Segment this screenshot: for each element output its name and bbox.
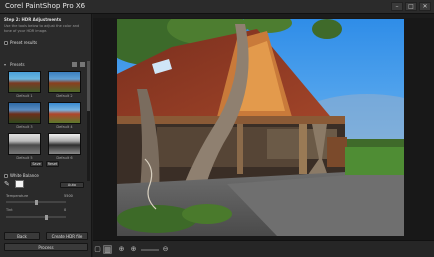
save-preset-icon[interactable] <box>72 62 77 67</box>
temperature-value[interactable]: 5500 <box>64 194 73 198</box>
single-view-icon[interactable]: ▢ <box>93 245 102 254</box>
eyedropper-icon[interactable]: ✎ <box>4 180 12 188</box>
title-bar: Corel PaintShop Pro X6 – □ ✕ <box>0 0 434 14</box>
presets-scrollbar[interactable] <box>87 61 90 181</box>
window-controls: – □ ✕ <box>391 2 431 11</box>
presets-label: Presets <box>10 62 25 67</box>
auto-button[interactable]: Auto <box>60 182 84 188</box>
tint-slider[interactable] <box>6 215 66 220</box>
preset-label: Default 3 <box>16 125 33 129</box>
bottom-toolbar: ▢ ▥ ⊕ ⊕ ⊖ <box>93 240 434 257</box>
minimize-button[interactable]: – <box>391 2 403 11</box>
hdr-adjustment-panel: Step 2: HDR Adjustments Use the tools be… <box>0 14 92 257</box>
white-balance-label: White Balance <box>10 173 39 178</box>
preset-thumb-default-5[interactable] <box>8 133 41 155</box>
back-button[interactable]: Back <box>4 232 40 240</box>
preset-thumb-default-3[interactable] <box>8 102 41 124</box>
preset-label: Default 1 <box>16 94 33 98</box>
scrollbar-thumb[interactable] <box>87 61 90 111</box>
temperature-slider[interactable] <box>6 200 66 205</box>
preset-label: Default 6 <box>56 156 73 160</box>
temperature-label: Temperature <box>6 194 29 198</box>
preset-thumb-default-4[interactable] <box>48 102 81 124</box>
white-balance-toggle[interactable]: White Balance <box>4 173 39 178</box>
white-balance-swatch[interactable] <box>15 180 24 188</box>
preset-label: Default 4 <box>56 125 73 129</box>
preset-label: Default 5 <box>16 156 33 160</box>
reset-button[interactable]: Reset <box>46 161 59 167</box>
tint-value[interactable]: 0 <box>64 208 66 212</box>
instructions-text: Use the tools below to adjust the color … <box>4 24 80 33</box>
collapse-arrow-icon[interactable]: ▾ <box>4 62 6 67</box>
preset-thumb-default-2[interactable] <box>48 71 81 93</box>
white-balance-checkbox[interactable] <box>4 173 8 178</box>
preset-thumb-default-6[interactable] <box>48 133 81 155</box>
close-button[interactable]: ✕ <box>419 2 431 11</box>
maximize-button[interactable]: □ <box>405 2 417 11</box>
delete-preset-icon[interactable] <box>80 62 85 67</box>
step-title: Step 2: HDR Adjustments <box>4 17 62 22</box>
save-button[interactable]: Save <box>30 161 43 167</box>
temperature-slider-knob[interactable] <box>35 200 38 205</box>
tint-slider-knob[interactable] <box>45 215 48 220</box>
zoom-fit-icon[interactable]: ⊕ <box>117 245 126 254</box>
zoom-in-icon[interactable]: ⊕ <box>129 245 138 254</box>
app-title: Corel PaintShop Pro X6 <box>5 2 86 10</box>
zoom-out-icon[interactable]: ⊖ <box>161 245 170 254</box>
preset-results-label: Preset results <box>10 40 38 45</box>
zoom-slider[interactable] <box>141 249 159 251</box>
hdr-preview-image[interactable] <box>117 19 404 236</box>
preset-label: Default 2 <box>56 94 73 98</box>
house-photo-svg <box>117 19 404 236</box>
preset-results-toggle[interactable]: Preset results <box>4 40 37 45</box>
preset-results-checkbox[interactable] <box>4 40 8 45</box>
tint-label: Tint <box>6 208 13 212</box>
split-view-icon[interactable]: ▥ <box>103 245 112 254</box>
create-hdr-file-button[interactable]: Create HDR file <box>46 232 88 240</box>
preset-thumb-default-1[interactable] <box>8 71 41 93</box>
presets-header[interactable]: ▾ Presets <box>4 61 88 69</box>
process-button[interactable]: Process <box>4 243 88 251</box>
